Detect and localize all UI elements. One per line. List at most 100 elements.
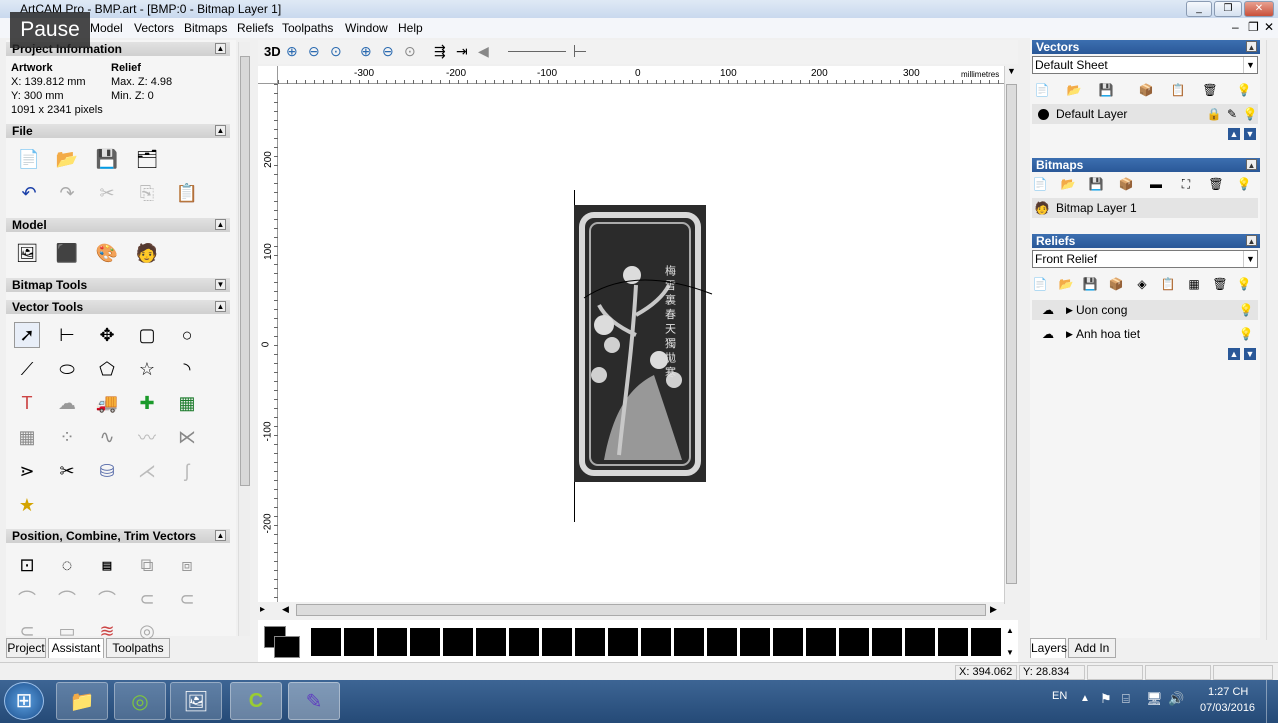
fork-icon[interactable]: ⋌ bbox=[134, 458, 160, 484]
move-down-icon[interactable]: ▼ bbox=[1244, 348, 1256, 360]
copy-icon[interactable]: ⎘ bbox=[134, 180, 160, 206]
color-swatch[interactable] bbox=[707, 628, 737, 656]
bake-relief-icon[interactable]: ▦ bbox=[1186, 276, 1202, 292]
vector-curve[interactable] bbox=[583, 279, 713, 299]
start-button[interactable]: ⊞ bbox=[4, 682, 44, 720]
combine-relief-icon[interactable]: ◈ bbox=[1134, 276, 1150, 292]
scroll-right-icon[interactable]: ▶ bbox=[990, 604, 997, 615]
mdi-restore-icon[interactable]: ❐ bbox=[1248, 20, 1259, 34]
chevron-down-icon[interactable]: ▼ bbox=[1243, 251, 1257, 267]
browser-taskbar-icon[interactable]: ◎ bbox=[114, 682, 166, 720]
node-edit-icon[interactable]: ⊢ bbox=[54, 322, 80, 348]
layer-icon-2[interactable]: ⇥ bbox=[456, 43, 468, 60]
clock-time[interactable]: 1:27 CH bbox=[1208, 686, 1248, 698]
rectangle-icon[interactable]: ▢ bbox=[134, 322, 160, 348]
star-wizard-icon[interactable]: ★ bbox=[14, 492, 40, 518]
tab-assistant[interactable]: Assistant bbox=[48, 638, 104, 658]
mdi-minimize-icon[interactable]: – bbox=[1232, 20, 1239, 34]
collapse-icon[interactable]: ▲ bbox=[1246, 235, 1257, 246]
cylinder-icon[interactable]: ⛁ bbox=[94, 458, 120, 484]
tab-project[interactable]: Project bbox=[6, 638, 46, 658]
model-import-icon[interactable]: 🧑 bbox=[134, 240, 160, 266]
relief-layer-row[interactable]: ☁ ▶ Uon cong 💡 bbox=[1032, 300, 1258, 320]
palette-down-icon[interactable]: ▼ bbox=[1006, 648, 1014, 657]
trim-4-icon[interactable]: ⊂ bbox=[134, 586, 160, 612]
bitmap-tool-icon[interactable]: ⛶ bbox=[1178, 176, 1194, 192]
model-resolution-icon[interactable]: ⬛ bbox=[54, 240, 80, 266]
array-icon[interactable]: ⁘ bbox=[54, 424, 80, 450]
paste-relief-icon[interactable]: 📋 bbox=[1160, 276, 1176, 292]
expand-arrow-icon[interactable]: ▶ bbox=[1066, 324, 1073, 344]
copy-bitmap-icon[interactable]: 📦 bbox=[1118, 176, 1134, 192]
open-folder-icon[interactable]: 📂 bbox=[54, 146, 80, 172]
relief-layer-bulb-icon[interactable]: 💡 bbox=[1238, 302, 1254, 318]
menu-window[interactable]: Window bbox=[345, 21, 388, 35]
scroll-up-icon[interactable]: ▼ bbox=[1005, 66, 1018, 82]
color-swatch[interactable] bbox=[938, 628, 968, 656]
text-on-curve-icon[interactable]: ☁ bbox=[54, 390, 80, 416]
color-swatch[interactable] bbox=[740, 628, 770, 656]
lock-icon[interactable]: 🔒 bbox=[1206, 106, 1222, 122]
position-icon[interactable]: ⊡ bbox=[14, 552, 40, 578]
redo-icon[interactable]: ↷ bbox=[54, 180, 80, 206]
color-swatch[interactable] bbox=[905, 628, 935, 656]
chevron-down-icon[interactable]: ▼ bbox=[1243, 57, 1257, 73]
menu-bitmaps[interactable]: Bitmaps bbox=[184, 21, 227, 35]
color-swatch[interactable] bbox=[509, 628, 539, 656]
hscroll-thumb[interactable] bbox=[296, 604, 986, 616]
left-scroll-thumb[interactable] bbox=[240, 56, 250, 486]
play-icon[interactable]: ▸ bbox=[260, 604, 265, 615]
arc-icon[interactable]: ◝ bbox=[174, 356, 200, 382]
view-3d-button[interactable]: 3D bbox=[264, 44, 281, 59]
color-swatch[interactable] bbox=[839, 628, 869, 656]
polygon-icon[interactable]: ⬠ bbox=[94, 356, 120, 382]
edit-icon[interactable]: ✎ bbox=[1224, 106, 1240, 122]
color-swatch[interactable] bbox=[311, 628, 341, 656]
color-swatch[interactable] bbox=[773, 628, 803, 656]
copy-relief-icon[interactable]: 📦 bbox=[1108, 276, 1124, 292]
nesting-icon[interactable]: ▤ bbox=[94, 552, 120, 578]
relief-bulb-icon[interactable]: 💡 bbox=[1236, 276, 1252, 292]
path-icon[interactable]: ʃ bbox=[174, 458, 200, 484]
smooth-icon[interactable]: ∿ bbox=[94, 424, 120, 450]
star-icon[interactable]: ☆ bbox=[134, 356, 160, 382]
new-relief-icon[interactable]: 📄 bbox=[1032, 276, 1048, 292]
paste-bitmap-icon[interactable]: ▬ bbox=[1148, 176, 1164, 192]
section-model[interactable]: Model ▲ bbox=[6, 218, 230, 232]
collapse-icon[interactable]: ▲ bbox=[215, 530, 226, 541]
paste-vector-icon[interactable]: 📋 bbox=[1170, 82, 1186, 98]
mesh-icon[interactable]: ▦ bbox=[14, 424, 40, 450]
save-icon[interactable]: 💾 bbox=[94, 146, 120, 172]
ellipse-icon[interactable]: ⬭ bbox=[54, 356, 80, 382]
delete-bitmap-icon[interactable]: 🗑 bbox=[1208, 176, 1224, 192]
color-swatch[interactable] bbox=[608, 628, 638, 656]
color-swatch[interactable] bbox=[872, 628, 902, 656]
menu-toolpaths[interactable]: Toolpaths bbox=[282, 21, 333, 35]
save-bitmap-icon[interactable]: 💾 bbox=[1088, 176, 1104, 192]
close-button[interactable]: ✕ bbox=[1244, 1, 1274, 17]
copy-vector-icon[interactable]: 📦 bbox=[1138, 82, 1154, 98]
trim-2-icon[interactable]: ⌒ bbox=[54, 586, 80, 612]
color-swatch[interactable] bbox=[344, 628, 374, 656]
color-swatch[interactable] bbox=[476, 628, 506, 656]
paste-icon[interactable]: 📋 bbox=[174, 180, 200, 206]
camtasia-taskbar-icon[interactable]: C bbox=[230, 682, 282, 720]
save-vector-icon[interactable]: 💾 bbox=[1098, 82, 1114, 98]
new-vector-layer-icon[interactable]: 📄 bbox=[1034, 82, 1050, 98]
abc-text-icon[interactable]: ▦ bbox=[174, 390, 200, 416]
bitmaps-header[interactable]: Bitmaps ▲ bbox=[1032, 158, 1260, 172]
zoom-fit-icon[interactable]: ⊙ bbox=[330, 43, 342, 60]
zoom-in-icon[interactable]: ⊕ bbox=[286, 43, 298, 60]
new-file-icon[interactable]: 📄 bbox=[16, 146, 42, 172]
section-file[interactable]: File ▲ bbox=[6, 124, 230, 138]
combine-icon[interactable]: ⧈ bbox=[174, 552, 200, 578]
vector-layer-row[interactable]: Default Layer 🔒 ✎ 💡 bbox=[1032, 104, 1258, 124]
save-as-icon[interactable]: 🗂 bbox=[134, 146, 160, 172]
show-desktop-button[interactable] bbox=[1266, 680, 1278, 723]
align-icon[interactable]: ⧉ bbox=[134, 552, 160, 578]
secondary-color-swatch[interactable] bbox=[274, 636, 300, 658]
move-down-icon[interactable]: ▼ bbox=[1244, 128, 1256, 140]
palette-up-icon[interactable]: ▲ bbox=[1006, 626, 1014, 635]
color-swatch[interactable] bbox=[806, 628, 836, 656]
text-icon[interactable]: T bbox=[14, 390, 40, 416]
